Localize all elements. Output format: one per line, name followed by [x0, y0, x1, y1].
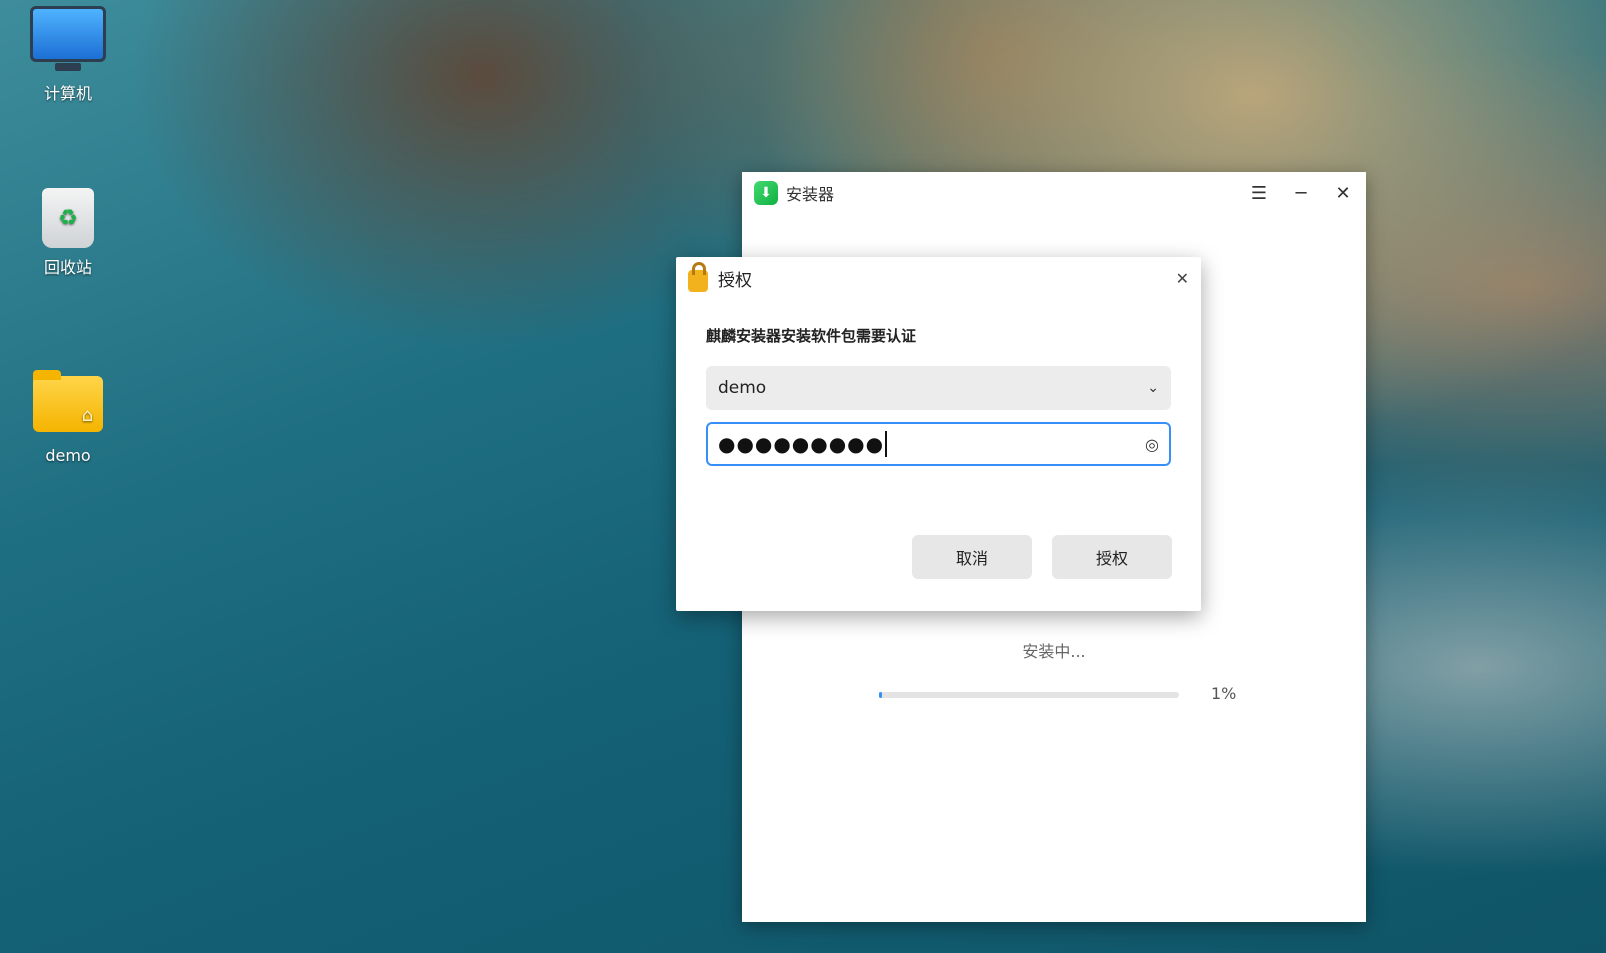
desktop-icon-computer[interactable]: 计算机 [20, 6, 116, 104]
install-status: 安装中... [1022, 642, 1086, 661]
computer-icon [30, 6, 106, 71]
auth-title: 授权 [718, 270, 752, 291]
installer-titlebar: ⬇ 安装器 ☰ ─ ✕ [742, 172, 1366, 214]
lock-icon [688, 262, 708, 292]
recycle-bin-icon: ♻ [42, 188, 94, 248]
password-mask: ●●●●●●●●● [718, 432, 885, 456]
installer-logo-icon: ⬇ [754, 181, 778, 205]
auth-message: 麒麟安装器安装软件包需要认证 [706, 327, 917, 345]
install-progress-percent: 1% [1211, 684, 1237, 703]
desktop-icon-trash[interactable]: ♻ 回收站 [20, 188, 116, 278]
auth-dialog: 授权 ✕ 麒麟安装器安装软件包需要认证 demo ⌄ ●●●●●●●●● ◎ 取… [676, 257, 1201, 611]
username-value: demo [718, 378, 767, 398]
auth-titlebar: 授权 ✕ [676, 257, 1201, 299]
install-progress-fill [879, 692, 882, 698]
username-select[interactable]: demo ⌄ [706, 366, 1171, 410]
minimize-icon[interactable]: ─ [1290, 183, 1312, 204]
close-icon[interactable]: ✕ [1332, 183, 1354, 204]
installer-title: 安装器 [786, 185, 835, 204]
hide-password-icon[interactable]: ◎ [1145, 435, 1159, 454]
desktop-icon-label: demo [45, 446, 91, 465]
close-icon[interactable]: ✕ [1176, 269, 1189, 288]
install-progress-bar [879, 692, 1179, 698]
menu-icon[interactable]: ☰ [1248, 183, 1270, 204]
home-folder-icon: ⌂ [33, 370, 103, 432]
desktop-icon-home-folder[interactable]: ⌂ demo [20, 370, 116, 465]
password-input[interactable]: ●●●●●●●●● ◎ [706, 422, 1171, 466]
text-caret [885, 431, 888, 457]
desktop-icon-label: 回收站 [43, 258, 92, 277]
cancel-button[interactable]: 取消 [912, 535, 1032, 579]
desktop-icon-label: 计算机 [43, 84, 92, 103]
authorize-button[interactable]: 授权 [1052, 535, 1172, 579]
chevron-down-icon: ⌄ [1147, 380, 1159, 396]
